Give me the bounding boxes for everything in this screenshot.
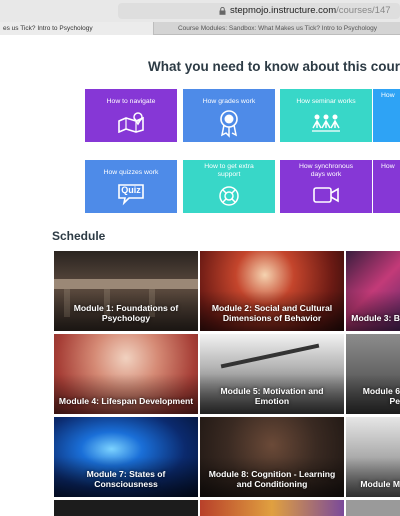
- map-pin-icon: [118, 112, 144, 133]
- group-people-icon: [312, 114, 340, 132]
- module-card-1[interactable]: Module 1: Foundations of Psychology: [54, 251, 198, 331]
- schedule-heading: Schedule: [52, 229, 106, 243]
- module-card-label: Module 5: Motivation and Emotion: [220, 386, 324, 406]
- tile-how-seminar-works[interactable]: How seminar works: [280, 89, 372, 142]
- lock-icon: [219, 7, 226, 15]
- module-card-label: Module 7: States of Consciousness: [86, 469, 166, 489]
- quiz-bubble-icon: Quiz: [117, 182, 145, 206]
- module-card-3[interactable]: Module 3: B: [346, 251, 400, 331]
- module-card-label: Module M: [360, 479, 400, 489]
- tile-label: How grades work: [202, 98, 256, 105]
- module-card-10[interactable]: [54, 500, 198, 516]
- tile-label: How: [381, 163, 395, 170]
- module-card-12[interactable]: [346, 500, 400, 516]
- module-card-label: Module 4: Lifespan Development: [58, 396, 194, 406]
- video-camera-icon: [313, 187, 339, 203]
- module-card-8[interactable]: Module 8: Cognition - Learning and Condi…: [200, 417, 344, 497]
- browser-tab-1[interactable]: es us Tick? Intro to Psychology: [0, 22, 154, 35]
- module-card-6[interactable]: Module 6 Pe: [346, 334, 400, 414]
- tile-how-grades-work[interactable]: How grades work: [183, 89, 275, 142]
- tile-how-partial-2[interactable]: How: [373, 160, 400, 213]
- page-title: What you need to know about this course: [148, 59, 400, 74]
- tile-how-partial[interactable]: How: [373, 89, 400, 142]
- module-card-7[interactable]: Module 7: States of Consciousness: [54, 417, 198, 497]
- quiz-icon-text: Quiz: [121, 185, 141, 195]
- module-card-2[interactable]: Module 2: Social and Cultural Dimensions…: [200, 251, 344, 331]
- module-card-label: Module 2: Social and Cultural Dimensions…: [211, 303, 333, 323]
- lifebuoy-icon: [219, 186, 239, 206]
- module-card-9[interactable]: Module M: [346, 417, 400, 497]
- award-ribbon-icon: [220, 110, 238, 138]
- tile-how-synchronous-days-work[interactable]: How synchronous days work: [280, 160, 372, 213]
- address-bar[interactable]: stepmojo.instructure.com/courses/147: [118, 3, 400, 19]
- tile-label: How quizzes work: [103, 169, 159, 176]
- browser-toolbar: stepmojo.instructure.com/courses/147: [0, 0, 400, 22]
- tile-label: How to navigate: [106, 98, 156, 105]
- url-host: stepmojo.instructure.com: [230, 5, 337, 16]
- module-card-label: Module 8: Cognition - Learning and Condi…: [208, 469, 336, 489]
- browser-tab-2[interactable]: Course Modules: Sandbox: What Makes us T…: [155, 22, 400, 35]
- module-card-4[interactable]: Module 4: Lifespan Development: [54, 334, 198, 414]
- tile-label: How synchronous days work: [298, 163, 354, 178]
- module-card-label: Module 3: B: [351, 313, 400, 323]
- module-card-label: Module 6 Pe: [362, 386, 400, 406]
- tab-strip: es us Tick? Intro to Psychology Course M…: [0, 22, 400, 35]
- tile-label: How seminar works: [296, 98, 356, 105]
- module-card-11[interactable]: [200, 500, 344, 516]
- tile-label: How: [381, 92, 395, 99]
- module-card-5[interactable]: Module 5: Motivation and Emotion: [200, 334, 344, 414]
- tile-label: How to get extra support: [204, 163, 254, 178]
- url-path: /courses/147: [336, 5, 391, 16]
- tile-how-to-get-extra-support[interactable]: How to get extra support: [183, 160, 275, 213]
- tile-how-quizzes-work[interactable]: How quizzes work Quiz: [85, 160, 177, 213]
- module-card-label: Module 1: Foundations of Psychology: [73, 303, 179, 323]
- tile-how-to-navigate[interactable]: How to navigate: [85, 89, 177, 142]
